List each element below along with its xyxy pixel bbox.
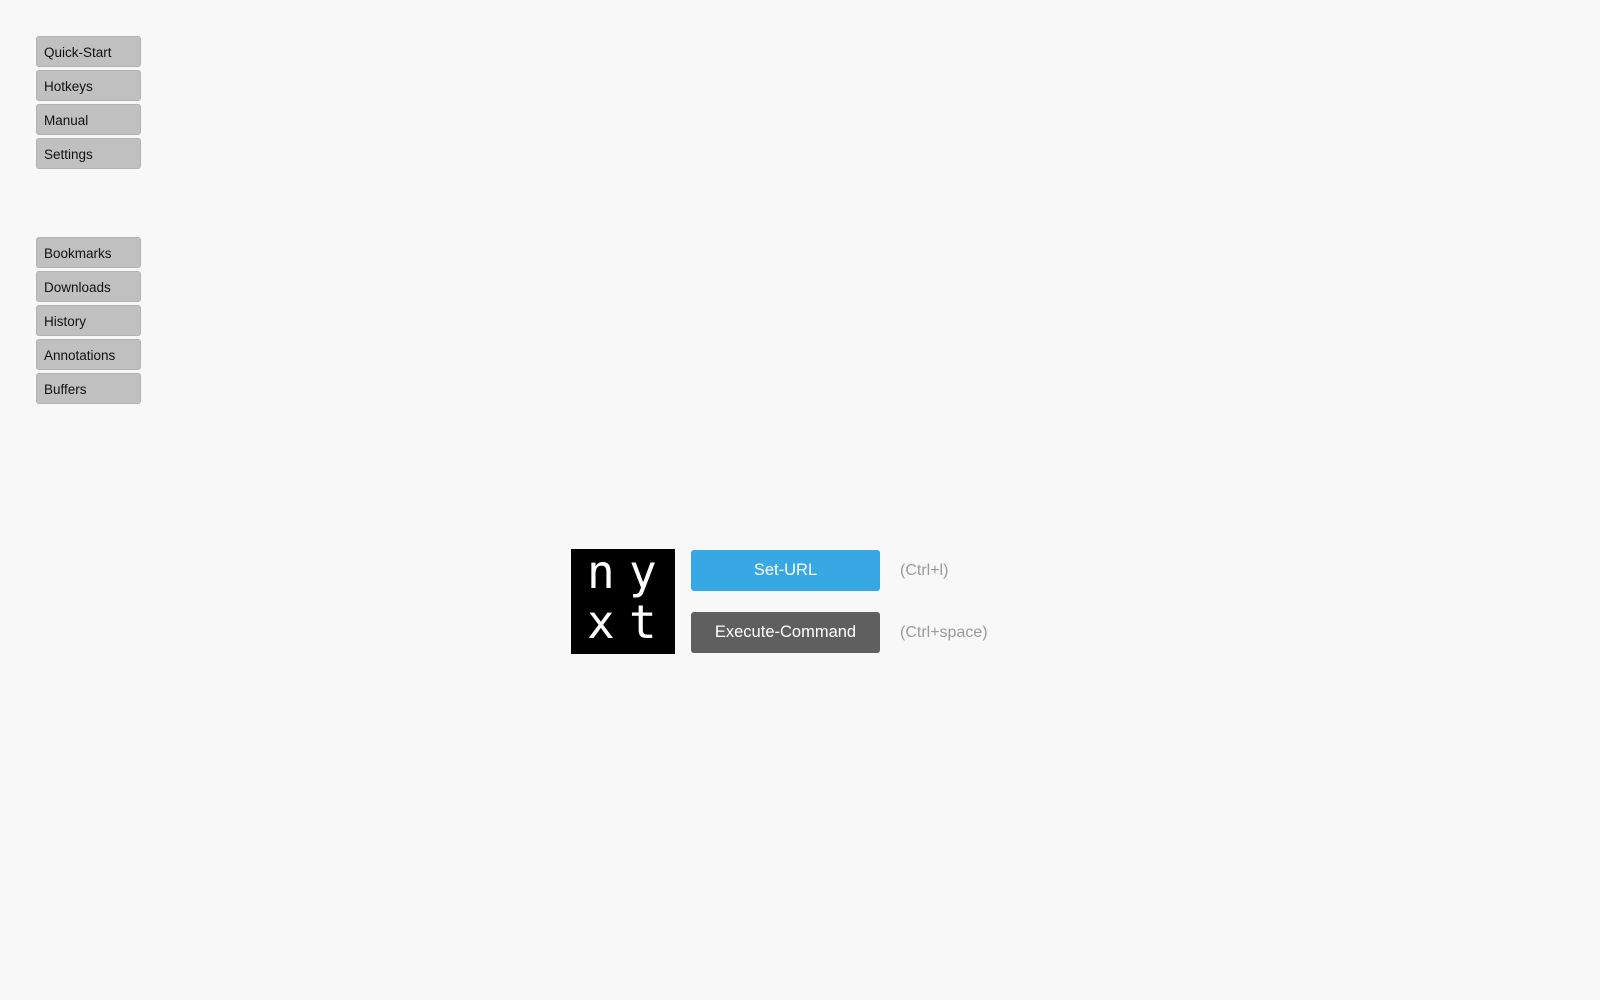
logo-letter: t — [629, 595, 657, 649]
hotkeys-button[interactable]: Hotkeys — [36, 70, 141, 101]
buffers-button[interactable]: Buffers — [36, 373, 141, 404]
help-nav: Quick-Start Hotkeys Manual Settings — [36, 36, 141, 169]
bookmarks-button[interactable]: Bookmarks — [36, 237, 141, 268]
history-button[interactable]: History — [36, 305, 141, 336]
manual-button[interactable]: Manual — [36, 104, 141, 135]
settings-button[interactable]: Settings — [36, 138, 141, 169]
command-panel: n y x t Set-URL (Ctrl+l) Execute-Command… — [571, 549, 988, 654]
data-nav: Bookmarks Downloads History Annotations … — [36, 237, 141, 404]
execute-command-row: Execute-Command (Ctrl+space) — [691, 612, 988, 653]
logo-letter: y — [629, 545, 657, 599]
logo-letter: x — [587, 595, 615, 649]
command-list: Set-URL (Ctrl+l) Execute-Command (Ctrl+s… — [691, 550, 988, 653]
downloads-button[interactable]: Downloads — [36, 271, 141, 302]
logo-letter: n — [587, 545, 615, 599]
quick-start-button[interactable]: Quick-Start — [36, 36, 141, 67]
execute-command-shortcut-hint: (Ctrl+space) — [900, 623, 988, 641]
set-url-shortcut-hint: (Ctrl+l) — [900, 561, 949, 579]
annotations-button[interactable]: Annotations — [36, 339, 141, 370]
nyxt-logo: n y x t — [571, 549, 675, 654]
set-url-button[interactable]: Set-URL — [691, 550, 880, 591]
start-page: Quick-Start Hotkeys Manual Settings Book… — [0, 0, 1600, 1000]
execute-command-button[interactable]: Execute-Command — [691, 612, 880, 653]
set-url-row: Set-URL (Ctrl+l) — [691, 550, 988, 591]
